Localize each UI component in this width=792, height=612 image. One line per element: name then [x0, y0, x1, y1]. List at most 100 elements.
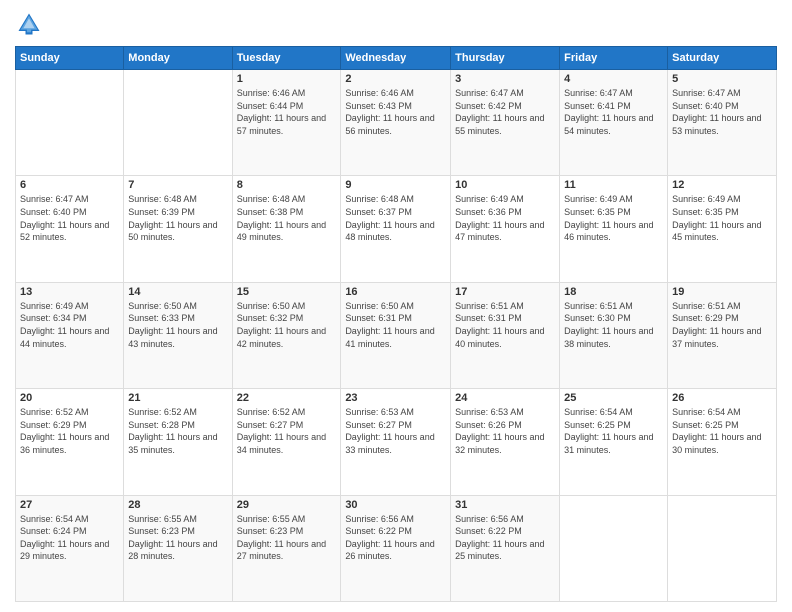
- day-number: 15: [237, 286, 337, 298]
- day-info: Sunrise: 6:47 AM Sunset: 6:42 PM Dayligh…: [455, 87, 555, 137]
- day-cell: [16, 70, 124, 176]
- day-number: 10: [455, 179, 555, 191]
- day-info: Sunrise: 6:56 AM Sunset: 6:22 PM Dayligh…: [345, 513, 446, 563]
- col-thursday: Thursday: [451, 47, 560, 70]
- day-info: Sunrise: 6:49 AM Sunset: 6:35 PM Dayligh…: [564, 193, 663, 243]
- week-row-1: 1 Sunrise: 6:46 AM Sunset: 6:44 PM Daylig…: [16, 70, 777, 176]
- day-cell: 6 Sunrise: 6:47 AM Sunset: 6:40 PM Daylig…: [16, 176, 124, 282]
- day-number: 2: [345, 73, 446, 85]
- header: [15, 10, 777, 38]
- day-info: Sunrise: 6:50 AM Sunset: 6:32 PM Dayligh…: [237, 300, 337, 350]
- day-number: 21: [128, 392, 227, 404]
- day-number: 12: [672, 179, 772, 191]
- day-number: 5: [672, 73, 772, 85]
- col-friday: Friday: [560, 47, 668, 70]
- day-cell: 23 Sunrise: 6:53 AM Sunset: 6:27 PM Dayli…: [341, 389, 451, 495]
- day-info: Sunrise: 6:56 AM Sunset: 6:22 PM Dayligh…: [455, 513, 555, 563]
- page: Sunday Monday Tuesday Wednesday Thursday…: [0, 0, 792, 612]
- day-info: Sunrise: 6:50 AM Sunset: 6:33 PM Dayligh…: [128, 300, 227, 350]
- day-cell: 13 Sunrise: 6:49 AM Sunset: 6:34 PM Dayli…: [16, 282, 124, 388]
- day-info: Sunrise: 6:53 AM Sunset: 6:27 PM Dayligh…: [345, 406, 446, 456]
- day-number: 11: [564, 179, 663, 191]
- day-cell: [560, 495, 668, 601]
- day-info: Sunrise: 6:48 AM Sunset: 6:38 PM Dayligh…: [237, 193, 337, 243]
- day-cell: 10 Sunrise: 6:49 AM Sunset: 6:36 PM Dayli…: [451, 176, 560, 282]
- col-sunday: Sunday: [16, 47, 124, 70]
- day-number: 27: [20, 499, 119, 511]
- week-row-3: 13 Sunrise: 6:49 AM Sunset: 6:34 PM Dayli…: [16, 282, 777, 388]
- day-number: 1: [237, 73, 337, 85]
- day-cell: 19 Sunrise: 6:51 AM Sunset: 6:29 PM Dayli…: [668, 282, 777, 388]
- day-info: Sunrise: 6:47 AM Sunset: 6:40 PM Dayligh…: [672, 87, 772, 137]
- day-cell: 18Sunrise: 6:51 AM Sunset: 6:30 PM Dayli…: [560, 282, 668, 388]
- day-info: Sunrise: 6:51 AM Sunset: 6:29 PM Dayligh…: [672, 300, 772, 350]
- week-row-5: 27 Sunrise: 6:54 AM Sunset: 6:24 PM Dayli…: [16, 495, 777, 601]
- day-number: 13: [20, 286, 119, 298]
- day-cell: 5 Sunrise: 6:47 AM Sunset: 6:40 PM Daylig…: [668, 70, 777, 176]
- col-tuesday: Tuesday: [232, 47, 341, 70]
- day-info: Sunrise: 6:46 AM Sunset: 6:43 PM Dayligh…: [345, 87, 446, 137]
- logo: [15, 10, 47, 38]
- col-wednesday: Wednesday: [341, 47, 451, 70]
- day-info: Sunrise: 6:54 AM Sunset: 6:24 PM Dayligh…: [20, 513, 119, 563]
- calendar-table: Sunday Monday Tuesday Wednesday Thursday…: [15, 46, 777, 602]
- day-cell: 11 Sunrise: 6:49 AM Sunset: 6:35 PM Dayli…: [560, 176, 668, 282]
- day-number: 20: [20, 392, 119, 404]
- day-cell: 25Sunrise: 6:54 AM Sunset: 6:25 PM Dayli…: [560, 389, 668, 495]
- day-info: Sunrise: 6:52 AM Sunset: 6:28 PM Dayligh…: [128, 406, 227, 456]
- day-info: Sunrise: 6:49 AM Sunset: 6:34 PM Dayligh…: [20, 300, 119, 350]
- col-monday: Monday: [124, 47, 232, 70]
- day-cell: 14Sunrise: 6:50 AM Sunset: 6:33 PM Dayli…: [124, 282, 232, 388]
- day-number: 25: [564, 392, 663, 404]
- logo-icon: [15, 10, 43, 38]
- day-number: 22: [237, 392, 337, 404]
- day-info: Sunrise: 6:47 AM Sunset: 6:41 PM Dayligh…: [564, 87, 663, 137]
- day-info: Sunrise: 6:54 AM Sunset: 6:25 PM Dayligh…: [672, 406, 772, 456]
- day-cell: [668, 495, 777, 601]
- day-number: 8: [237, 179, 337, 191]
- day-cell: 20Sunrise: 6:52 AM Sunset: 6:29 PM Dayli…: [16, 389, 124, 495]
- day-info: Sunrise: 6:53 AM Sunset: 6:26 PM Dayligh…: [455, 406, 555, 456]
- day-info: Sunrise: 6:51 AM Sunset: 6:30 PM Dayligh…: [564, 300, 663, 350]
- day-cell: 1 Sunrise: 6:46 AM Sunset: 6:44 PM Daylig…: [232, 70, 341, 176]
- day-number: 31: [455, 499, 555, 511]
- calendar-body: 1 Sunrise: 6:46 AM Sunset: 6:44 PM Daylig…: [16, 70, 777, 602]
- day-cell: 26 Sunrise: 6:54 AM Sunset: 6:25 PM Dayli…: [668, 389, 777, 495]
- day-number: 24: [455, 392, 555, 404]
- day-info: Sunrise: 6:47 AM Sunset: 6:40 PM Dayligh…: [20, 193, 119, 243]
- day-info: Sunrise: 6:55 AM Sunset: 6:23 PM Dayligh…: [128, 513, 227, 563]
- day-info: Sunrise: 6:51 AM Sunset: 6:31 PM Dayligh…: [455, 300, 555, 350]
- day-number: 29: [237, 499, 337, 511]
- day-number: 23: [345, 392, 446, 404]
- day-cell: 21 Sunrise: 6:52 AM Sunset: 6:28 PM Dayli…: [124, 389, 232, 495]
- day-info: Sunrise: 6:49 AM Sunset: 6:35 PM Dayligh…: [672, 193, 772, 243]
- day-number: 4: [564, 73, 663, 85]
- day-info: Sunrise: 6:49 AM Sunset: 6:36 PM Dayligh…: [455, 193, 555, 243]
- day-cell: 29 Sunrise: 6:55 AM Sunset: 6:23 PM Dayli…: [232, 495, 341, 601]
- day-number: 17: [455, 286, 555, 298]
- day-info: Sunrise: 6:50 AM Sunset: 6:31 PM Dayligh…: [345, 300, 446, 350]
- day-number: 30: [345, 499, 446, 511]
- day-cell: 24 Sunrise: 6:53 AM Sunset: 6:26 PM Dayli…: [451, 389, 560, 495]
- day-cell: 2 Sunrise: 6:46 AM Sunset: 6:43 PM Daylig…: [341, 70, 451, 176]
- day-number: 26: [672, 392, 772, 404]
- day-info: Sunrise: 6:46 AM Sunset: 6:44 PM Dayligh…: [237, 87, 337, 137]
- day-info: Sunrise: 6:55 AM Sunset: 6:23 PM Dayligh…: [237, 513, 337, 563]
- day-info: Sunrise: 6:52 AM Sunset: 6:27 PM Dayligh…: [237, 406, 337, 456]
- day-cell: 15 Sunrise: 6:50 AM Sunset: 6:32 PM Dayli…: [232, 282, 341, 388]
- day-number: 9: [345, 179, 446, 191]
- day-number: 6: [20, 179, 119, 191]
- day-number: 19: [672, 286, 772, 298]
- day-info: Sunrise: 6:48 AM Sunset: 6:39 PM Dayligh…: [128, 193, 227, 243]
- day-cell: 8 Sunrise: 6:48 AM Sunset: 6:38 PM Daylig…: [232, 176, 341, 282]
- day-cell: 16 Sunrise: 6:50 AM Sunset: 6:31 PM Dayli…: [341, 282, 451, 388]
- day-number: 3: [455, 73, 555, 85]
- day-number: 16: [345, 286, 446, 298]
- day-number: 7: [128, 179, 227, 191]
- week-row-2: 6 Sunrise: 6:47 AM Sunset: 6:40 PM Daylig…: [16, 176, 777, 282]
- col-saturday: Saturday: [668, 47, 777, 70]
- day-cell: 7 Sunrise: 6:48 AM Sunset: 6:39 PM Daylig…: [124, 176, 232, 282]
- day-cell: 30 Sunrise: 6:56 AM Sunset: 6:22 PM Dayli…: [341, 495, 451, 601]
- day-cell: 12 Sunrise: 6:49 AM Sunset: 6:35 PM Dayli…: [668, 176, 777, 282]
- day-cell: 31 Sunrise: 6:56 AM Sunset: 6:22 PM Dayli…: [451, 495, 560, 601]
